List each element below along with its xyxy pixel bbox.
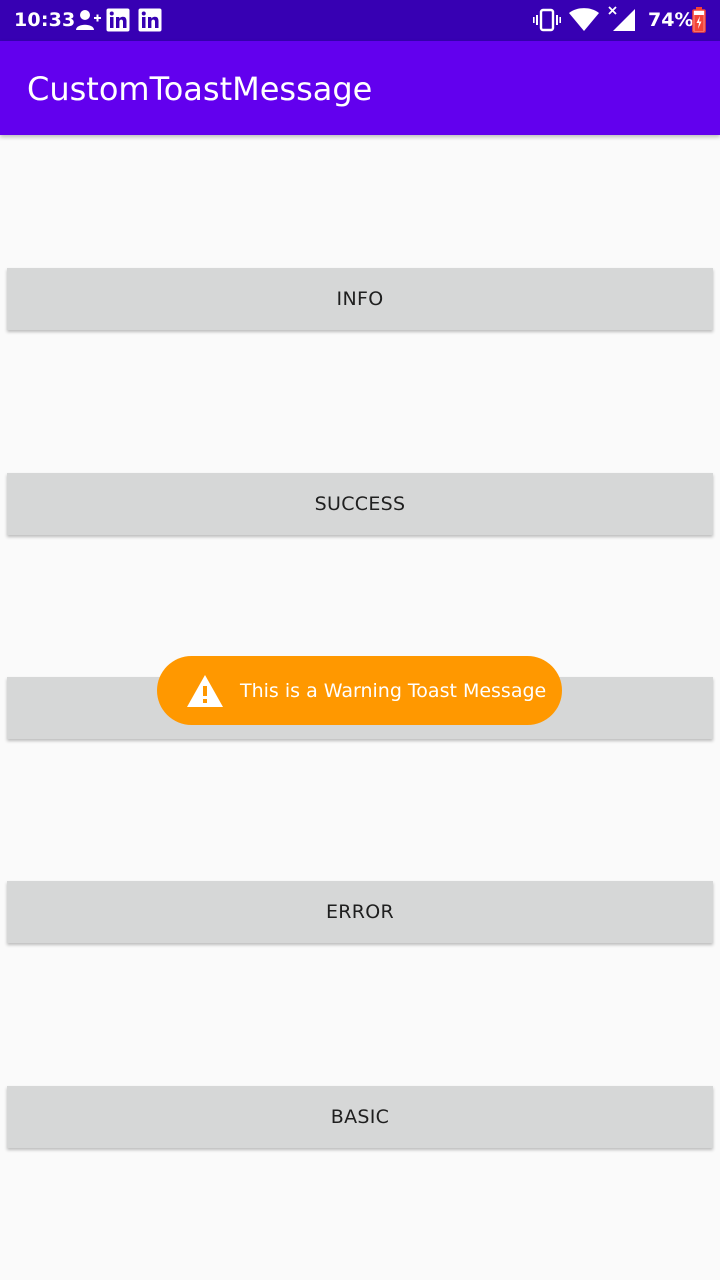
basic-button[interactable]: BASIC [7, 1086, 713, 1148]
app-title: CustomToastMessage [27, 70, 373, 108]
status-bar: 10:33 74% [0, 0, 720, 41]
battery-charging-icon [692, 7, 706, 33]
linkedin-icon [106, 8, 130, 32]
screen: 10:33 74% CustomToastMessage INFO SUCCES… [0, 0, 720, 1280]
info-button[interactable]: INFO [7, 268, 713, 330]
warning-toast: This is a Warning Toast Message [157, 656, 562, 725]
add-contact-icon [76, 10, 101, 30]
wifi-icon [569, 8, 599, 31]
battery-percentage: 74% [648, 9, 694, 31]
vibrate-icon [533, 8, 561, 32]
success-button[interactable]: SUCCESS [7, 473, 713, 535]
app-bar: CustomToastMessage [0, 41, 720, 135]
linkedin-icon [138, 8, 162, 32]
warning-icon [187, 674, 223, 707]
error-button[interactable]: ERROR [7, 881, 713, 943]
cellular-no-data-icon [608, 6, 635, 31]
toast-message: This is a Warning Toast Message [240, 679, 547, 702]
status-time: 10:33 [14, 9, 76, 31]
